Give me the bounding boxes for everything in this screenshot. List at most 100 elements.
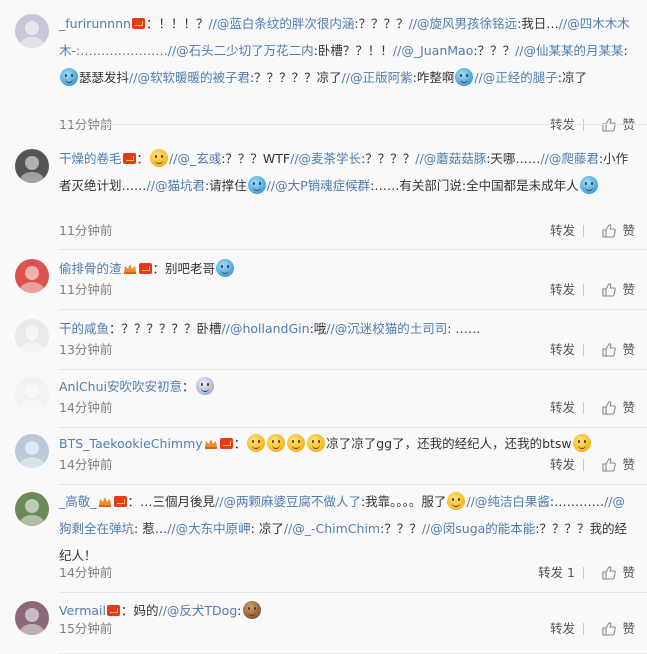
action-divider [583, 623, 584, 635]
emoji-icon [455, 68, 474, 86]
comment-divider [59, 369, 647, 370]
mention-link[interactable]: //@蘑菇菇豚 [415, 151, 486, 166]
like-button[interactable]: 赞 [601, 340, 635, 360]
comment-meta: 11分钟前 转发 赞 [59, 280, 635, 300]
mention-link[interactable]: //@麦茶学长 [290, 151, 361, 166]
like-button[interactable]: 赞 [601, 455, 635, 475]
username-link[interactable]: AnlChui安吹吹安初意 [59, 379, 182, 394]
mention-link[interactable]: //@仙某某的月某某 [515, 43, 623, 58]
comment-meta: 13分钟前 转发 赞 [59, 340, 635, 360]
user-avatar[interactable] [15, 259, 49, 293]
vip-crown-icon [204, 431, 218, 449]
comment-divider [59, 484, 647, 485]
mention-link[interactable]: //@纯洁白果酱 [466, 494, 549, 509]
username-link[interactable]: _furirunnnn [59, 16, 131, 31]
like-label: 赞 [622, 117, 635, 132]
like-button[interactable]: 赞 [601, 115, 635, 135]
username-link[interactable]: _高敬_ [59, 494, 97, 509]
user-avatar[interactable] [15, 319, 49, 353]
comment-item: _furirunnnn ：！！！？//@蓝白条纹的胖次很内涵:？？？？//@旋风男… [0, 10, 647, 132]
comment-text: _furirunnnn ：！！！？//@蓝白条纹的胖次很内涵:？？？？//@旋风男… [59, 10, 635, 91]
user-avatar[interactable] [15, 149, 49, 183]
forward-button[interactable]: 转发 [550, 115, 575, 135]
timestamp: 11分钟前 [59, 223, 113, 238]
username-link[interactable]: BTS_TaekookieChimmy [59, 436, 203, 451]
comment-fragment: :？？？？？凉了 [249, 70, 342, 85]
emoji-icon [572, 434, 591, 452]
member-badge-icon [131, 18, 145, 29]
forward-button[interactable]: 转发 [550, 280, 575, 300]
user-avatar[interactable] [15, 14, 49, 48]
mention-link[interactable]: //@大P销魂症候群 [267, 178, 370, 193]
mention-link[interactable]: //@猫坑君 [147, 178, 205, 193]
comment-fragment: ： [182, 379, 195, 394]
member-badge-icon [106, 605, 120, 616]
thumbs-up-icon [602, 283, 617, 297]
comment-text: BTS_TaekookieChimmy ： 凉了凉了gg了，还我的经纪人，还我的bt… [59, 430, 635, 457]
username-link[interactable]: Vermail [59, 603, 106, 618]
comment-fragment: :请撑住 [204, 178, 247, 193]
like-label: 赞 [622, 342, 635, 357]
user-avatar[interactable] [15, 434, 49, 468]
mention-link[interactable]: //@两颗麻婆豆腐不做人了 [215, 494, 361, 509]
emoji-icon [247, 176, 266, 194]
mention-link[interactable]: //@旋风男孩徐铭远 [409, 16, 517, 31]
comment-fragment: :卧槽？？！！ [313, 43, 393, 58]
mention-link[interactable]: //@_玄彧 [169, 151, 221, 166]
member-badge-icon [113, 496, 127, 507]
mention-link[interactable]: //@蓝白条纹的胖次很内涵 [208, 16, 354, 31]
user-avatar[interactable] [15, 492, 49, 526]
mention-link[interactable]: //@沉迷校猫的土司司 [326, 321, 447, 336]
mention-link[interactable]: //@软软暖暖的被子君 [129, 70, 250, 85]
forward-button[interactable]: 转发 [550, 619, 575, 639]
username-link[interactable]: 偷排骨的渣 [59, 261, 122, 276]
comment-fragment: ： [233, 436, 247, 451]
user-avatar[interactable] [15, 601, 49, 635]
like-button[interactable]: 赞 [601, 398, 635, 418]
like-button[interactable]: 赞 [601, 280, 635, 300]
mention-link[interactable]: //@反犬TDog [159, 603, 238, 618]
comment-fragment: :我日… [517, 16, 559, 31]
like-button[interactable]: 赞 [601, 619, 635, 639]
comment-divider [59, 592, 647, 593]
user-avatar[interactable] [15, 377, 49, 411]
forward-button[interactable]: 转发 [550, 221, 575, 241]
username-link[interactable]: 干燥的卷毛 [59, 151, 122, 166]
like-label: 赞 [622, 457, 635, 472]
comment-meta: 15分钟前 转发 赞 [59, 619, 635, 639]
comment-text: _高敬_ ：…三個月後見//@两颗麻婆豆腐不做人了:我靠。。。。服了 //@纯洁白果… [59, 488, 635, 569]
comment-fragment: : …… [447, 321, 481, 336]
forward-button[interactable]: 转发 [550, 398, 575, 418]
action-divider [583, 119, 584, 131]
username-link[interactable]: 干的咸鱼 [59, 321, 109, 336]
mention-link[interactable]: //@_-ChimChim [284, 521, 380, 536]
forward-button[interactable]: 转发 [550, 340, 575, 360]
comment-fragment: :？？？？ [354, 16, 409, 31]
comment-meta: 14分钟前 转发 赞 [59, 455, 635, 475]
timestamp: 14分钟前 [59, 400, 113, 415]
emoji-icon [242, 601, 261, 619]
mention-link[interactable]: //@hollandGin [222, 321, 310, 336]
timestamp: 13分钟前 [59, 342, 113, 357]
emoji-icon [150, 149, 169, 167]
mention-link[interactable]: //@_JuanMao [393, 43, 473, 58]
mention-link[interactable]: //@爬藤君 [540, 151, 598, 166]
mention-link[interactable]: //@闵suga的能本能 [422, 521, 535, 536]
mention-link[interactable]: //@正经的腿子 [474, 70, 557, 85]
comment-divider [59, 427, 647, 428]
comment-meta: 14分钟前 转发 赞 [59, 398, 635, 418]
mention-link[interactable]: //@正版阿紫 [342, 70, 413, 85]
timestamp: 14分钟前 [59, 457, 113, 472]
like-button[interactable]: 赞 [601, 563, 635, 583]
mention-link[interactable]: //@石头二少切了万花二内 [168, 43, 314, 58]
like-button[interactable]: 赞 [601, 221, 635, 241]
thumbs-up-icon [602, 566, 617, 580]
mention-link[interactable]: //@大东中原岬 [167, 521, 250, 536]
forward-button[interactable]: 转发 1 [538, 563, 575, 583]
forward-button[interactable]: 转发 [550, 455, 575, 475]
emoji-icon [287, 434, 306, 452]
emoji-icon [216, 259, 235, 277]
emoji-icon [579, 176, 598, 194]
comment-fragment: 凉了凉了gg了，还我的经纪人，还我的btsw [326, 436, 572, 451]
emoji-icon [267, 434, 286, 452]
